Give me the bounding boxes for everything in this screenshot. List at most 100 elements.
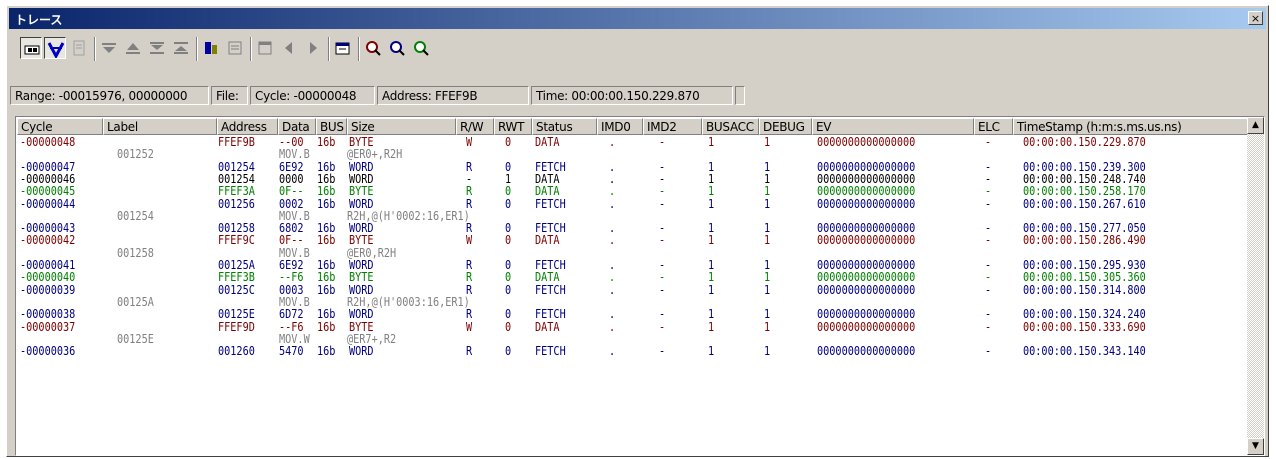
trace-list[interactable]: Cycle Label Address Data BUS Size R/W RWT Status…	[15, 116, 1265, 456]
scroll-track[interactable]	[1247, 134, 1264, 438]
trace-stop-button[interactable]	[44, 37, 66, 59]
column-header-r-w[interactable]: R/W	[456, 118, 494, 135]
cell-ts: 00:00:00.150.277.050	[1023, 221, 1146, 236]
title-bar[interactable]: トレース ×	[9, 8, 1266, 29]
cell-address: FFEF3A	[218, 184, 255, 199]
cell-bus: 16b	[317, 258, 336, 272]
trace-row[interactable]: -00000042 FFEF9C 0F-- 16b BYTE W 0 DATA. - 1 1 0000…	[17, 234, 1243, 246]
trace-row[interactable]: -00000040 FFEF3B --F6 16b BYTE R 0 DATA. - 1 1 0000…	[17, 271, 1243, 283]
column-header: Cycle Label Address Data BUS Size R/W RWT Status…	[17, 118, 1257, 135]
source-label: 00125E	[117, 331, 154, 346]
cell-bus: 16b	[317, 159, 336, 174]
scroll-top-button[interactable]	[98, 37, 120, 59]
cell-cycle: -00000039	[20, 282, 76, 297]
window-view-button[interactable]	[254, 37, 276, 59]
cell-status: DATA	[535, 184, 560, 199]
cell-size: WORD	[349, 221, 374, 236]
trace-row[interactable]: -00000046 001254 0000 16b WORD - 1 DATA. - 1 1 0000…	[17, 173, 1243, 185]
scroll-bottom-button[interactable]	[122, 37, 144, 59]
cell-imd0: .	[609, 258, 616, 272]
column-header-rwt[interactable]: RWT	[494, 118, 532, 135]
close-button[interactable]: ×	[1248, 11, 1263, 25]
vertical-scrollbar[interactable]: ▲ ▼	[1247, 117, 1264, 455]
source-line-row[interactable]: 001254 MOV.B R2H,@(H'0002:16,ER1)	[17, 210, 1243, 222]
column-header-bus[interactable]: BUS	[316, 118, 347, 135]
column-header-imd0[interactable]: IMD0	[597, 118, 643, 135]
cell-bus: 16b	[317, 135, 336, 149]
cell-rw: R	[466, 221, 473, 236]
cell-busacc: 1	[708, 159, 715, 174]
column-header-debug[interactable]: DEBUG	[759, 118, 812, 135]
cell-debug: 1	[764, 159, 771, 174]
cell-elc: -	[985, 196, 992, 211]
cell-busacc: 1	[708, 184, 715, 199]
source-operand: R2H,@(H'0002:16,ER1)	[347, 208, 470, 223]
trace-acquire-button[interactable]	[20, 37, 42, 59]
cell-size: WORD	[349, 196, 374, 211]
cell-cycle: -00000036	[20, 344, 76, 359]
cell-debug: 1	[764, 258, 771, 272]
scroll-down-button[interactable]: ▼	[1247, 438, 1264, 455]
cell-rw: R	[466, 270, 473, 285]
column-header-status[interactable]: Status	[532, 118, 597, 135]
cell-address: FFEF9D	[218, 319, 255, 334]
column-header-cycle[interactable]: Cycle	[17, 118, 103, 135]
next-button[interactable]	[302, 37, 324, 59]
column-header-busacc[interactable]: BUSACC	[702, 118, 759, 135]
cell-rwt: 0	[505, 319, 512, 334]
source-line-row[interactable]: 001258 MOV.B @ER0,R2H	[17, 247, 1243, 259]
mixed-view-button[interactable]	[224, 37, 246, 59]
cell-elc: -	[985, 282, 992, 297]
scroll-up-button[interactable]: ▲	[1247, 117, 1264, 134]
source-view-button[interactable]	[200, 37, 222, 59]
source-line-row[interactable]: 001252 MOV.B @ER0+,R2H	[17, 148, 1243, 160]
find-prev-button[interactable]	[410, 37, 432, 59]
double-up-button[interactable]	[170, 37, 192, 59]
cell-rwt: 0	[505, 233, 512, 248]
cell-ev: 0000000000000000	[817, 344, 916, 359]
cell-debug: 1	[764, 233, 771, 248]
column-header-label[interactable]: Label	[103, 118, 217, 135]
column-header-elc[interactable]: ELC	[974, 118, 1013, 135]
cell-bus: 16b	[317, 196, 336, 211]
column-header-imd2[interactable]: IMD2	[643, 118, 702, 135]
cell-rwt: 0	[505, 258, 512, 272]
cell-rwt: 0	[505, 159, 512, 174]
column-header-timestamp-h-m-s-ms-us-ns[interactable]: TimeStamp (h:m:s.ms.us.ns)	[1013, 118, 1257, 135]
find-next-button[interactable]	[386, 37, 408, 59]
prev-button[interactable]	[278, 37, 300, 59]
cell-busacc: 1	[708, 319, 715, 334]
trace-row[interactable]: -00000036 001260 5470 16b WORD R 0 FETCH. - 1 1 000…	[17, 345, 1243, 357]
trace-row[interactable]: -00000047 001254 6E92 16b WORD R 0 FETCH. - 1 1 000…	[17, 161, 1243, 173]
cell-status: DATA	[535, 135, 560, 149]
cell-ts: 00:00:00.150.324.240	[1023, 307, 1146, 322]
clear-button[interactable]	[68, 37, 90, 59]
cell-ev: 0000000000000000	[817, 233, 916, 248]
column-header-size[interactable]: Size	[347, 118, 456, 135]
source-operand: @ER0,R2H	[347, 245, 397, 260]
trace-row[interactable]: -00000039 00125C 0003 16b WORD R 0 FETCH. - 1 1 000…	[17, 284, 1243, 296]
trace-row[interactable]: -00000041 00125A 6E92 16b WORD R 0 FETCH. - 1 1 000…	[17, 259, 1243, 271]
column-header-ev[interactable]: EV	[812, 118, 974, 135]
source-line-row[interactable]: 00125E MOV.W @ER7+,R2	[17, 333, 1243, 345]
cell-debug: 1	[764, 135, 771, 149]
source-line-row[interactable]: 00125A MOV.B R2H,@(H'0003:16,ER1)	[17, 296, 1243, 308]
trace-row[interactable]: -00000044 001256 0002 16b WORD R 0 FETCH. - 1 1 000…	[17, 198, 1243, 210]
cell-address: 001254	[218, 171, 255, 186]
properties-button[interactable]	[332, 37, 354, 59]
cell-address: 001260	[218, 344, 255, 359]
trace-row[interactable]: -00000045 FFEF3A 0F-- 16b BYTE R 0 DATA. - 1 1 0000…	[17, 185, 1243, 197]
double-down-button[interactable]	[146, 37, 168, 59]
trace-row[interactable]: -00000037 FFEF9D --F6 16b BYTE W 0 DATA. - 1 1 0000…	[17, 321, 1243, 333]
source-operand: R2H,@(H'0003:16,ER1)	[347, 294, 470, 309]
trace-row[interactable]: -00000038 00125E 6D72 16b WORD R 0 FETCH. - 1 1 000…	[17, 308, 1243, 320]
column-header-data[interactable]: Data	[278, 118, 316, 135]
cell-imd2: -	[659, 221, 666, 236]
find-button[interactable]	[362, 37, 384, 59]
trace-row[interactable]: -00000048 FFEF9B --00 16b BYTE W 0 DATA. - 1 1 0000…	[17, 136, 1243, 148]
cell-ev: 0000000000000000	[817, 307, 916, 322]
trace-row[interactable]: -00000043 001258 6802 16b WORD R 0 FETCH. - 1 1 000…	[17, 222, 1243, 234]
cell-elc: -	[985, 258, 992, 272]
cell-cycle: -00000037	[20, 319, 76, 334]
column-header-address[interactable]: Address	[217, 118, 278, 135]
